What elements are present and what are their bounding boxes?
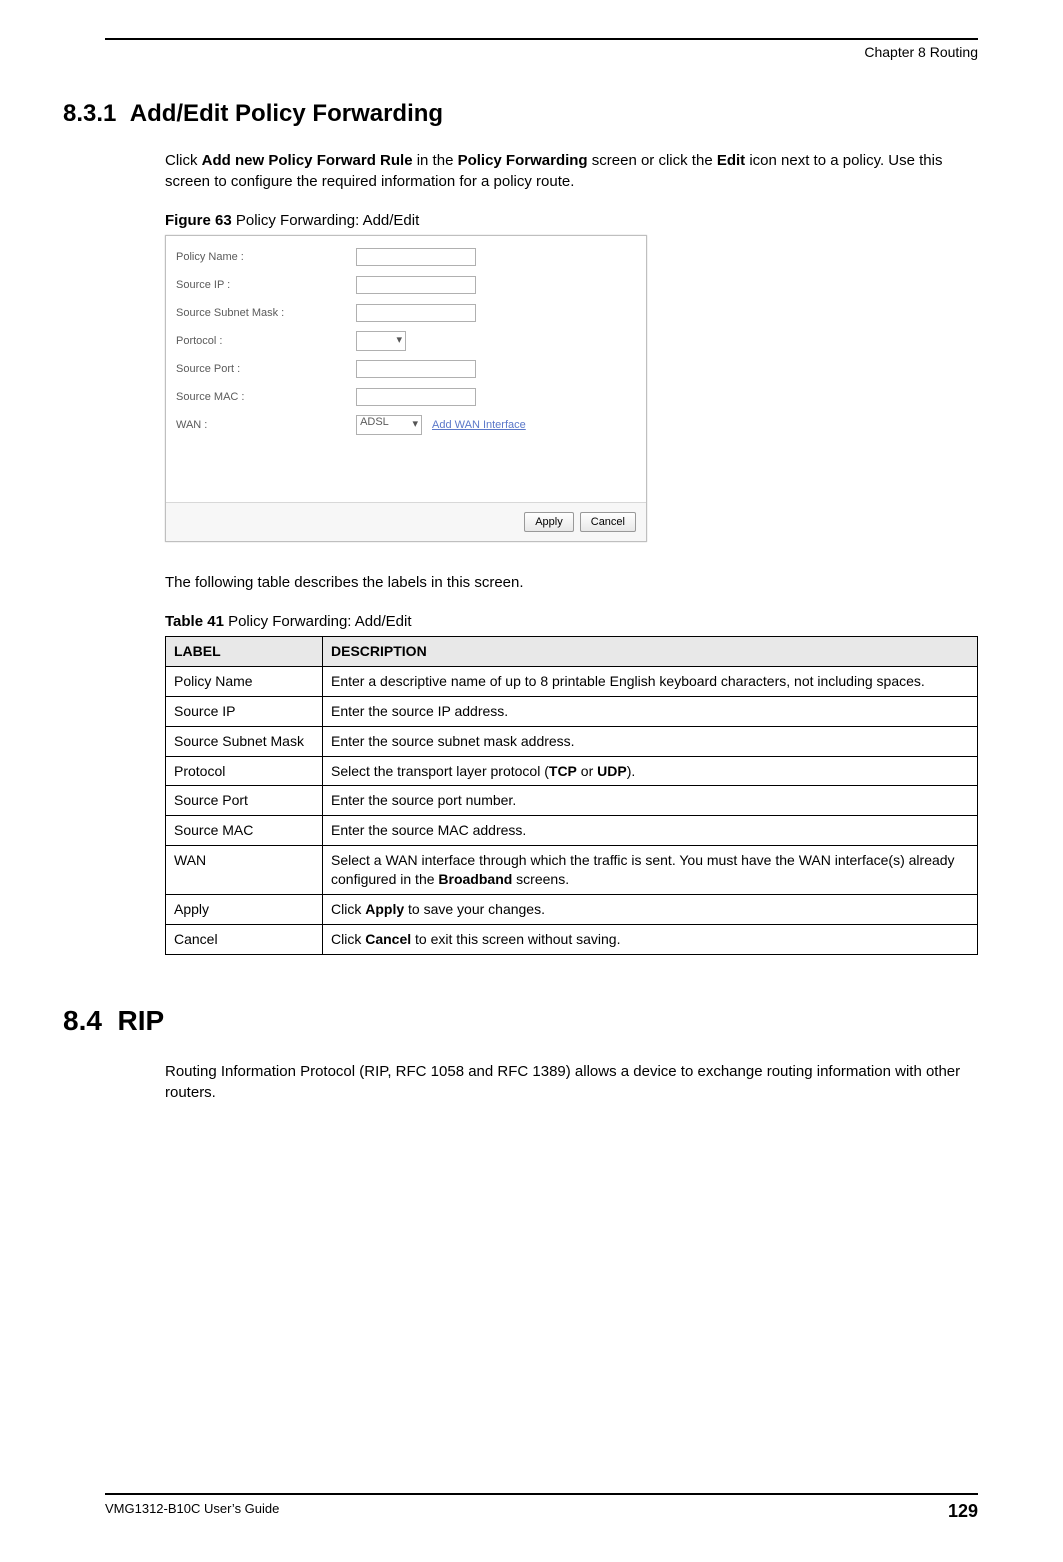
rip-paragraph: Routing Information Protocol (RIP, RFC 1… [165,1061,978,1103]
section-heading-831: 8.3.1 Add/Edit Policy Forwarding [63,100,978,128]
cell-desc: Click Cancel to exit this screen without… [323,924,978,954]
form-row-source-port: Source Port : [176,358,636,380]
page-footer: VMG1312-B10C User’s Guide 129 [105,1493,978,1522]
figure-caption: Figure 63 Policy Forwarding: Add/Edit [165,212,978,229]
table-header-row: LABEL DESCRIPTION [166,637,978,667]
cell-label: Source MAC [166,816,323,846]
label-wan: WAN : [176,419,356,431]
section-title: RIP [118,1005,165,1036]
table-row: Source MAC Enter the source MAC address. [166,816,978,846]
section-number: 8.4 [63,1005,102,1036]
cell-label: Apply [166,895,323,925]
footer-guide-title: VMG1312-B10C User’s Guide [105,1501,279,1522]
cell-label: Source Subnet Mask [166,726,323,756]
section-heading-84: 8.4 RIP [63,1005,978,1037]
label-source-mac: Source MAC : [176,391,356,403]
figure-screenshot: Policy Name : Source IP : Source Subnet … [165,235,647,542]
table-row: Source IP Enter the source IP address. [166,696,978,726]
section-number: 8.3.1 [63,100,116,127]
cell-label: Source IP [166,696,323,726]
label-protocol: Portocol : [176,335,356,347]
cell-desc: Enter the source MAC address. [323,816,978,846]
link-add-wan-interface[interactable]: Add WAN Interface [432,419,526,431]
cell-desc: Enter the source IP address. [323,696,978,726]
input-source-ip[interactable] [356,276,476,294]
form-row-source-ip: Source IP : [176,274,636,296]
select-wan[interactable]: ADSL [356,415,422,435]
input-source-mac[interactable] [356,388,476,406]
label-source-ip: Source IP : [176,279,356,291]
table-row: Apply Click Apply to save your changes. [166,895,978,925]
cell-desc: Select the transport layer protocol (TCP… [323,756,978,786]
select-protocol[interactable]: . [356,331,406,351]
cell-label: Protocol [166,756,323,786]
label-subnet-mask: Source Subnet Mask : [176,307,356,319]
form-row-source-mac: Source MAC : [176,386,636,408]
table-row: Source Port Enter the source port number… [166,786,978,816]
cell-desc: Click Apply to save your changes. [323,895,978,925]
apply-button[interactable]: Apply [524,512,574,532]
input-source-port[interactable] [356,360,476,378]
page-number: 129 [948,1501,978,1522]
form-row-protocol: Portocol : . [176,330,636,352]
input-policy-name[interactable] [356,248,476,266]
intro-paragraph: Click Add new Policy Forward Rule in the… [165,150,978,192]
table-row: Cancel Click Cancel to exit this screen … [166,924,978,954]
table-row: WAN Select a WAN interface through which… [166,846,978,895]
th-label: LABEL [166,637,323,667]
cell-label: Source Port [166,786,323,816]
cell-desc: Enter the source port number. [323,786,978,816]
form-row-policy-name: Policy Name : [176,246,636,268]
after-figure-text: The following table describes the labels… [165,572,978,593]
th-description: DESCRIPTION [323,637,978,667]
cell-desc: Enter a descriptive name of up to 8 prin… [323,666,978,696]
table-caption: Table 41 Policy Forwarding: Add/Edit [165,613,978,630]
section-title: Add/Edit Policy Forwarding [130,100,443,127]
form-row-subnet-mask: Source Subnet Mask : [176,302,636,324]
cell-label: Policy Name [166,666,323,696]
table-41: LABEL DESCRIPTION Policy Name Enter a de… [165,636,978,955]
label-source-port: Source Port : [176,363,356,375]
cell-desc: Select a WAN interface through which the… [323,846,978,895]
table-row: Protocol Select the transport layer prot… [166,756,978,786]
form-row-wan: WAN : ADSL Add WAN Interface [176,414,636,436]
label-policy-name: Policy Name : [176,251,356,263]
cancel-button[interactable]: Cancel [580,512,636,532]
cell-label: Cancel [166,924,323,954]
chapter-header: Chapter 8 Routing [105,44,978,60]
cell-label: WAN [166,846,323,895]
cell-desc: Enter the source subnet mask address. [323,726,978,756]
input-subnet-mask[interactable] [356,304,476,322]
table-row: Policy Name Enter a descriptive name of … [166,666,978,696]
table-row: Source Subnet Mask Enter the source subn… [166,726,978,756]
